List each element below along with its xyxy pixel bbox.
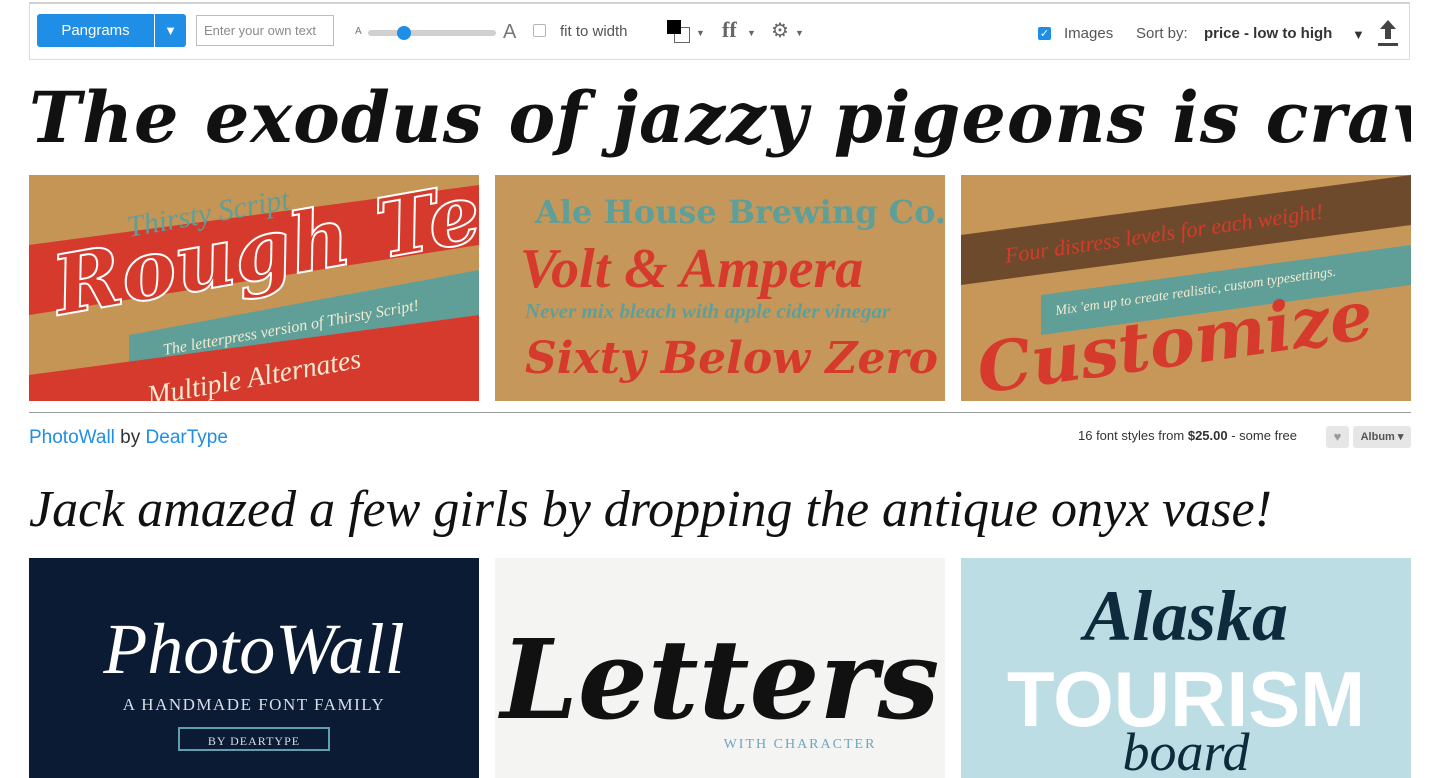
tile-title: Ale House Brewing Co. — [534, 193, 945, 231]
font-family-credit: PhotoWall by DearType — [29, 427, 228, 449]
font-sample-text[interactable]: The exodus of jazzy pigeons is craved by… — [29, 68, 1411, 168]
chevron-down-icon[interactable]: ▼ — [1352, 27, 1365, 42]
font-preview-image[interactable]: Four distress levels for each weight! Mi… — [961, 175, 1411, 401]
pangrams-button[interactable]: Pangrams — [37, 14, 154, 47]
size-small-label: A — [355, 26, 362, 37]
images-label[interactable]: Images — [1064, 25, 1113, 42]
price-value: $25.00 — [1187, 428, 1228, 443]
chevron-down-icon[interactable]: ▼ — [795, 28, 804, 38]
tile-headline: PhotoWall — [102, 609, 404, 689]
favorite-button[interactable]: ♥ — [1326, 426, 1349, 448]
tile-footer: Sixty Below Zero — [525, 333, 938, 384]
photowall-image: PhotoWall A HANDMADE FONT FAMILY BY DEAR… — [29, 558, 479, 778]
sort-by-label: Sort by: — [1136, 25, 1188, 42]
tile-subline: Never mix bleach with apple cider vinega… — [524, 299, 891, 323]
chevron-down-icon[interactable]: ▼ — [696, 28, 705, 38]
styles-count: 16 font styles from — [1078, 428, 1185, 443]
tile-headline: Alaska — [1080, 576, 1288, 656]
fit-to-width-label[interactable]: fit to width — [560, 23, 628, 40]
tile-headline: Volt & Ampera — [520, 238, 863, 300]
custom-text-input[interactable] — [196, 15, 334, 46]
by-label: by — [120, 427, 141, 448]
thirsty-script-rough-image: Thirsty Script Rough Te The letterpress … — [29, 175, 479, 401]
font-sample-text[interactable]: Jack amazed a few girls by dropping the … — [29, 470, 1411, 550]
volt-ampera-image: Ale House Brewing Co. Volt & Ampera Neve… — [495, 175, 945, 401]
free-note: - some free — [1231, 428, 1297, 443]
font-size-slider[interactable] — [368, 30, 496, 36]
font-preview-image[interactable]: Letters WITH CHARACTER — [495, 558, 945, 778]
images-checkbox[interactable]: ✓ — [1038, 27, 1051, 40]
result-divider — [29, 412, 1411, 413]
chevron-down-icon: ▼ — [164, 23, 177, 38]
price-info: 16 font styles from $25.00 - some free — [1078, 428, 1297, 443]
heart-icon: ♥ — [1333, 429, 1342, 444]
tile-footer: board — [1122, 722, 1250, 778]
font-preview-image[interactable]: PhotoWall A HANDMADE FONT FAMILY BY DEAR… — [29, 558, 479, 778]
font-preview-image[interactable]: Alaska TOURISM board — [961, 558, 1411, 778]
customize-image: Four distress levels for each weight! Mi… — [961, 175, 1411, 401]
font-size-slider-handle[interactable] — [396, 26, 411, 40]
fit-to-width-checkbox[interactable] — [533, 24, 546, 37]
upload-icon[interactable] — [1376, 18, 1400, 48]
tile-footer: BY DEARTYPE — [208, 734, 300, 748]
pangrams-dropdown-button[interactable]: ▼ — [155, 14, 186, 47]
font-preview-image[interactable]: Ale House Brewing Co. Volt & Ampera Neve… — [495, 175, 945, 401]
font-family-link[interactable]: PhotoWall — [29, 427, 115, 448]
album-button[interactable]: Album ▾ — [1353, 426, 1411, 448]
sort-select[interactable]: price - low to high — [1204, 25, 1332, 42]
font-search-toolbar: Pangrams ▼ A A fit to width ▼ ff ▼ ⚙ ▼ ✓… — [29, 2, 1410, 60]
letters-image: Letters WITH CHARACTER — [495, 558, 945, 778]
chevron-down-icon[interactable]: ▼ — [747, 28, 756, 38]
color-picker-button[interactable] — [666, 19, 690, 43]
text-color-swatch — [667, 20, 681, 34]
ligatures-icon[interactable]: ff — [722, 17, 737, 43]
font-preview-image[interactable]: Thirsty Script Rough Te The letterpress … — [29, 175, 479, 401]
size-large-label: A — [503, 21, 517, 43]
designer-link[interactable]: DearType — [146, 427, 228, 448]
tile-headline: Letters — [498, 615, 940, 744]
gear-icon[interactable]: ⚙ — [771, 18, 789, 43]
tile-subline: WITH CHARACTER — [724, 737, 877, 752]
tile-subline: A HANDMADE FONT FAMILY — [123, 695, 386, 714]
alaska-tourism-image: Alaska TOURISM board — [961, 558, 1411, 778]
